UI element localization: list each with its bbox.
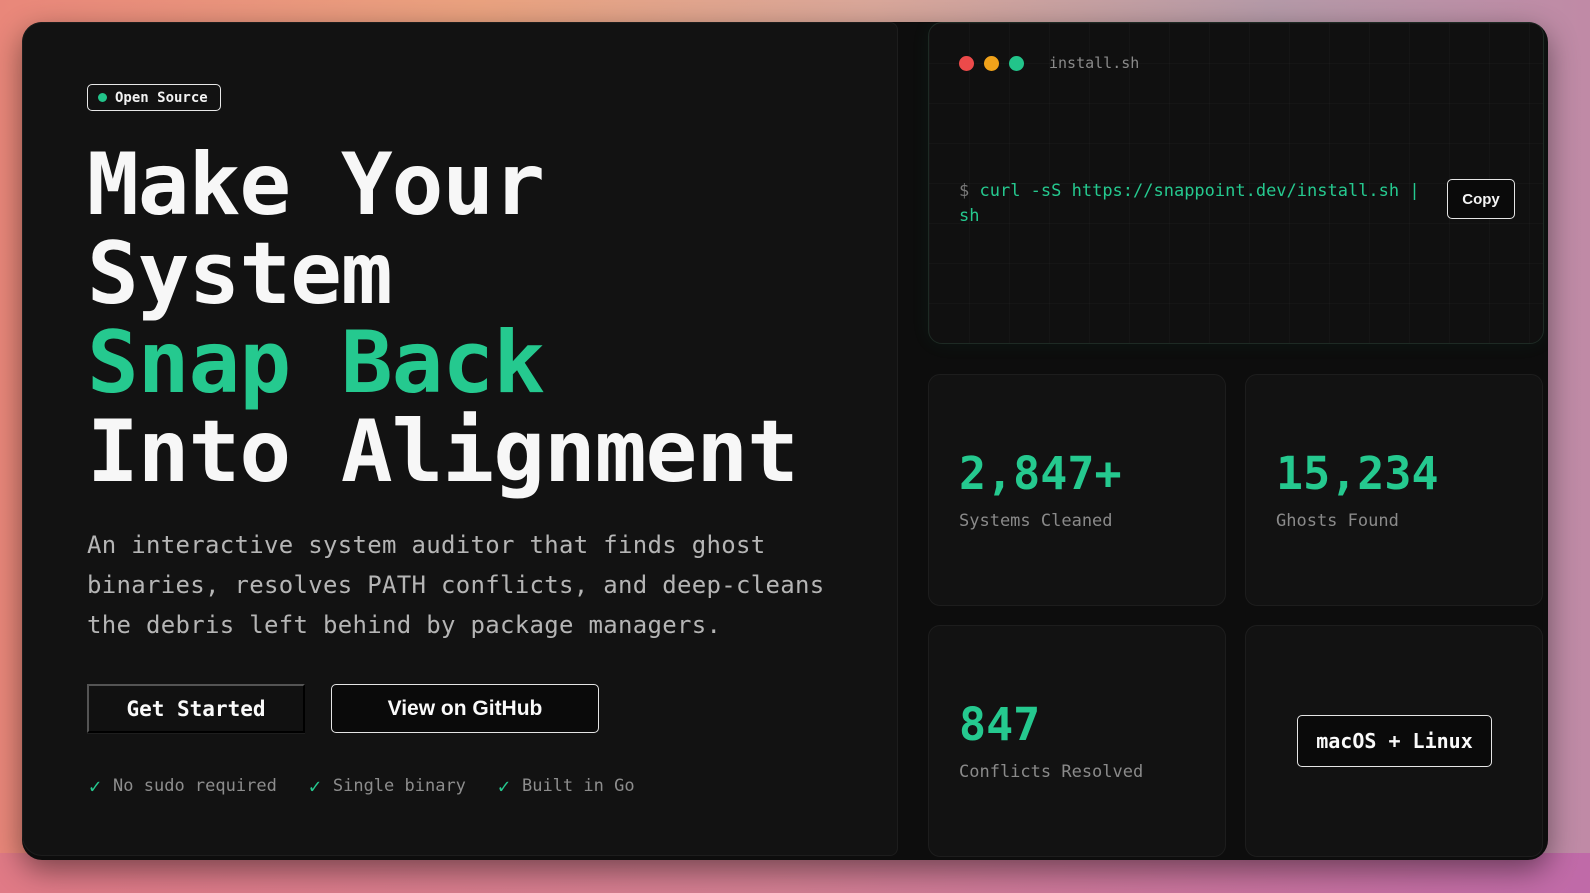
close-dot-icon (959, 56, 974, 71)
stat-card-systems-cleaned: 2,847+ Systems Cleaned (928, 374, 1226, 606)
headline-line-1: Make Your (87, 135, 545, 235)
headline-line-2: System (87, 224, 393, 324)
stat-value: 2,847+ (959, 447, 1122, 500)
checkmark-icon: ✓ (497, 774, 510, 798)
stat-value: 15,234 (1276, 447, 1439, 500)
stat-label: Conflicts Resolved (959, 762, 1144, 782)
view-on-github-button[interactable]: View on GitHub (331, 684, 599, 733)
stat-card-conflicts-resolved: 847 Conflicts Resolved (928, 625, 1226, 857)
feature-label: Built in Go (521, 776, 635, 796)
window-controls (959, 56, 1024, 71)
install-command[interactable]: $ curl -sS https://snappoint.dev/install… (959, 179, 1429, 229)
checkmark-icon: ✓ (89, 774, 102, 798)
open-source-badge: Open Source (87, 84, 221, 111)
stat-value: 847 (959, 698, 1041, 751)
get-started-button[interactable]: Get Started (87, 684, 305, 733)
feature-label: No sudo required (113, 776, 277, 796)
shell-prompt: $ (959, 181, 970, 201)
stat-card-ghosts-found: 15,234 Ghosts Found (1245, 374, 1543, 606)
status-dot-icon (98, 93, 107, 102)
feature-item: ✓ No sudo required (89, 774, 277, 798)
install-terminal: install.sh $ curl -sS https://snappoint.… (928, 22, 1544, 344)
feature-list: ✓ No sudo required ✓ Single binary ✓ Bui… (89, 774, 635, 798)
feature-item: ✓ Single binary (309, 774, 466, 798)
command-text: curl -sS https://snappoint.dev/install.s… (959, 181, 1420, 226)
headline-line-4: Into Alignment (87, 402, 799, 502)
minimize-dot-icon (984, 56, 999, 71)
terminal-filename: install.sh (1049, 54, 1140, 72)
platform-badge: macOS + Linux (1297, 715, 1492, 767)
badge-label: Open Source (115, 89, 208, 106)
copy-button[interactable]: Copy (1447, 179, 1515, 219)
hero-subtitle: An interactive system auditor that finds… (87, 531, 825, 639)
headline-line-3-accent: Snap Back (87, 313, 545, 413)
feature-label: Single binary (332, 776, 466, 796)
maximize-dot-icon (1009, 56, 1024, 71)
stat-label: Systems Cleaned (959, 511, 1113, 531)
stat-label: Ghosts Found (1276, 511, 1399, 531)
hero-panel: Open Source Make Your System Snap Back I… (22, 22, 898, 856)
app-window: Open Source Make Your System Snap Back I… (22, 22, 1548, 860)
checkmark-icon: ✓ (308, 774, 321, 798)
hero-headline: Make Your System Snap Back Into Alignmen… (87, 135, 799, 502)
stat-card-platform: macOS + Linux (1245, 625, 1543, 857)
feature-item: ✓ Built in Go (498, 774, 635, 798)
